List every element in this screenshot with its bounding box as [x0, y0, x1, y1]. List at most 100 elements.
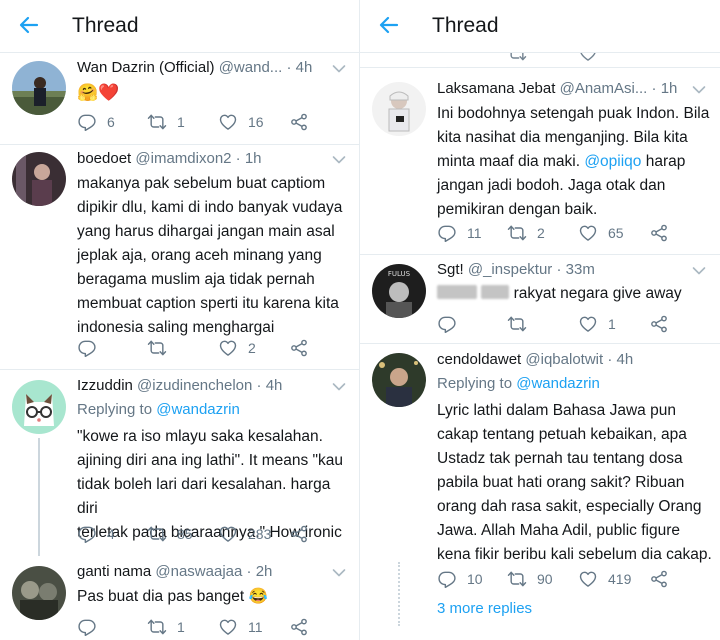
pane-divider [359, 0, 360, 640]
like-button[interactable]: 16 [218, 111, 264, 133]
tweet-boedoet[interactable]: boedoet @imamdixon2 · 1h makanya pak seb… [0, 145, 360, 370]
reply-icon [77, 617, 97, 637]
retweet-button[interactable] [147, 337, 177, 359]
chevron-down-icon[interactable] [332, 382, 346, 392]
timestamp[interactable]: 4h [266, 377, 283, 394]
user-handle[interactable]: @AnamAsi... [560, 80, 648, 97]
reply-button[interactable] [437, 313, 467, 335]
text-line: "kowe ra iso mlayu saka kesalahan. [77, 428, 323, 445]
display-name[interactable]: cendoldawet [437, 351, 521, 368]
show-more-replies-link[interactable]: 3 more replies [437, 600, 532, 617]
like-count: 11 [248, 619, 263, 635]
display-name[interactable]: Wan Dazrin (Official) [77, 59, 215, 76]
user-handle[interactable]: @izudinenchelon [137, 377, 252, 394]
display-name[interactable]: Sgt! [437, 261, 464, 278]
avatar[interactable] [12, 380, 66, 434]
timestamp[interactable]: 4h [296, 59, 313, 76]
retweet-button[interactable]: 1 [147, 111, 185, 133]
share-icon [649, 314, 669, 334]
heart-icon [578, 569, 598, 589]
share-button[interactable] [289, 616, 309, 638]
like-count: 65 [608, 225, 624, 241]
reply-button[interactable]: 10 [437, 568, 483, 590]
share-button[interactable] [289, 111, 309, 133]
user-handle[interactable]: @naswaajaa [155, 563, 242, 580]
avatar[interactable] [372, 82, 426, 136]
tweet-actions: 1 11 [77, 616, 327, 638]
replying-mention[interactable]: @wandazrin [516, 375, 600, 392]
tweet-text: Ini bodohnya setengah puak Indon. Bila k… [437, 102, 711, 222]
tweet-meta: ganti nama @naswaajaa · 2h [77, 563, 347, 580]
replying-mention[interactable]: @wandazrin [156, 401, 240, 418]
tweet-laksamana-jebat[interactable]: Laksamana Jebat @AnamAsi... · 1h Ini bod… [360, 68, 720, 254]
avatar[interactable] [12, 61, 66, 115]
like-button[interactable]: 283 [218, 523, 271, 545]
like-button[interactable]: 2 [218, 337, 256, 359]
reply-button[interactable]: 4 [77, 523, 115, 545]
text-line: yang harus dihargai jangan main asal [77, 223, 335, 240]
tweet-cendoldawet[interactable]: cendoldawet @iqbalotwit · 4h Replying to… [360, 344, 720, 640]
tweet-wan-dazrin[interactable]: Wan Dazrin (Official) @wand... · 4h 🤗❤️ … [0, 53, 360, 145]
user-handle[interactable]: @iqbalotwit [525, 351, 603, 368]
tweet-izzuddin[interactable]: Izzuddin @izudinenchelon · 4h Replying t… [0, 370, 360, 556]
share-icon [289, 617, 309, 637]
text-line: makanya pak sebelum buat captiom [77, 175, 326, 192]
chevron-down-icon[interactable] [332, 568, 346, 578]
user-mention[interactable]: @opiiqo [584, 153, 641, 170]
retweet-button[interactable] [507, 313, 537, 335]
user-handle[interactable]: @_inspektur [468, 261, 552, 278]
timestamp[interactable]: 4h [617, 351, 634, 368]
avatar[interactable] [12, 152, 66, 206]
redacted-text [437, 285, 477, 299]
retweet-button[interactable]: 1 [147, 616, 185, 638]
retweet-count: 90 [537, 571, 553, 587]
separator-dot: · [651, 80, 657, 97]
chevron-down-icon[interactable] [332, 64, 346, 74]
retweet-button[interactable]: 90 [507, 568, 553, 590]
timestamp[interactable]: 1h [245, 150, 262, 167]
tweet-sgt[interactable]: FULUS Sgt! @_inspektur · 33m rakyat nega… [360, 255, 720, 343]
tweet-ganti-nama[interactable]: ganti nama @naswaajaa · 2h Pas buat dia … [0, 554, 360, 640]
reply-button[interactable]: 11 [437, 222, 482, 244]
timestamp[interactable]: 2h [256, 563, 273, 580]
chevron-down-icon[interactable] [692, 266, 706, 276]
reply-button[interactable] [77, 616, 107, 638]
share-icon [289, 338, 309, 358]
like-button[interactable]: 1 [578, 313, 616, 335]
display-name[interactable]: Izzuddin [77, 377, 133, 394]
reply-count: 10 [467, 571, 483, 587]
display-name[interactable]: ganti nama [77, 563, 151, 580]
retweet-button[interactable]: 2 [507, 222, 545, 244]
heart-icon [218, 617, 238, 637]
text-line: membuat caption sperti itu karena kita [77, 295, 339, 312]
avatar[interactable] [12, 566, 66, 620]
tweet-actions: 1 [437, 313, 687, 335]
text-line: pemikiran dengan baik. [437, 201, 598, 218]
text-line: Lyric lathi dalam Bahasa Jawa pun [437, 402, 676, 419]
chevron-down-icon[interactable] [692, 85, 706, 95]
like-button[interactable]: 419 [578, 568, 631, 590]
reply-button[interactable]: 6 [77, 111, 115, 133]
display-name[interactable]: boedoet [77, 150, 131, 167]
share-button[interactable] [649, 313, 669, 335]
retweet-button[interactable]: 85 [147, 523, 193, 545]
user-handle[interactable]: @imamdixon2 [135, 150, 231, 167]
avatar[interactable] [372, 353, 426, 407]
reply-button[interactable] [77, 337, 107, 359]
user-handle[interactable]: @wand... [219, 59, 283, 76]
like-button[interactable]: 11 [218, 616, 263, 638]
display-name[interactable]: Laksamana Jebat [437, 80, 555, 97]
share-button[interactable] [649, 222, 669, 244]
avatar[interactable]: FULUS [372, 264, 426, 318]
share-button[interactable] [289, 337, 309, 359]
back-arrow-icon[interactable] [377, 13, 401, 37]
like-button[interactable]: 65 [578, 222, 624, 244]
text-line: cakap tentang petuah kebaikan, apa [437, 426, 687, 443]
back-arrow-icon[interactable] [17, 13, 41, 37]
timestamp[interactable]: 33m [566, 261, 595, 278]
share-button[interactable] [289, 523, 309, 545]
retweet-count: 2 [537, 225, 545, 241]
chevron-down-icon[interactable] [332, 155, 346, 165]
timestamp[interactable]: 1h [661, 80, 678, 97]
share-button[interactable] [649, 568, 669, 590]
